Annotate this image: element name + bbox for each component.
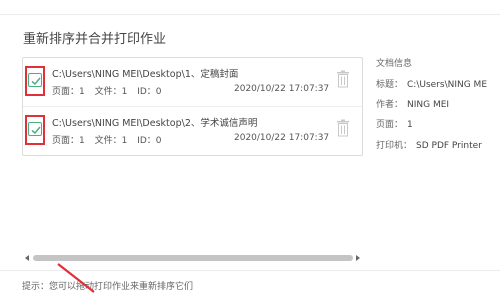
info-printer-label: 打印机： (376, 141, 413, 151)
job-files: 文件：1 (94, 136, 128, 146)
info-author-value: NING MEI (407, 100, 450, 110)
check-icon (31, 126, 41, 135)
job-meta: 页面：1 文件：1 ID：0 (52, 133, 169, 146)
job-meta: 页面：1 文件：1 ID：0 (52, 84, 169, 97)
check-icon (31, 77, 41, 86)
top-divider (0, 14, 500, 15)
info-pages-label: 页面： (376, 120, 404, 130)
info-pages-row: 页面： 1 (376, 117, 413, 130)
scroll-right-arrow-icon[interactable] (356, 255, 360, 261)
job-path: C:\Users\NING MEI\Desktop\1、定稿封面 (52, 69, 239, 80)
job-pages: 页面：1 (52, 136, 85, 146)
info-author-row: 作者： NING MEI (376, 97, 449, 110)
info-title-row: 标题： C:\Users\NING ME (376, 77, 487, 90)
info-title-value: C:\Users\NING ME (407, 80, 488, 90)
annotation-arrow-icon (57, 263, 95, 293)
job-checkbox[interactable] (28, 122, 42, 136)
info-pages-value: 1 (407, 120, 413, 130)
highlight-box (25, 66, 45, 96)
job-checkbox[interactable] (28, 73, 42, 87)
print-job-list[interactable]: C:\Users\NING MEI\Desktop\1、定稿封面 页面：1 文件… (22, 57, 363, 156)
job-date: 2020/10/22 17:07:37 (234, 133, 330, 143)
job-id: ID：0 (137, 136, 162, 146)
scrollbar-thumb[interactable] (33, 255, 353, 261)
trash-icon[interactable] (336, 70, 350, 88)
highlight-box (25, 115, 45, 145)
job-date: 2020/10/22 17:07:37 (234, 84, 330, 94)
job-path: C:\Users\NING MEI\Desktop\2、学术诚信声明 (52, 118, 258, 129)
info-heading: 文档信息 (376, 59, 413, 69)
info-printer-row: 打印机： SD PDF Printer (376, 138, 482, 151)
job-pages: 页面：1 (52, 87, 85, 97)
info-author-label: 作者： (376, 100, 404, 110)
info-printer-value: SD PDF Printer (416, 141, 482, 151)
trash-icon[interactable] (336, 119, 350, 137)
list-item[interactable]: C:\Users\NING MEI\Desktop\1、定稿封面 页面：1 文件… (23, 58, 362, 105)
hint-text: 提示：您可以拖动打印作业来重新排序它们 (22, 282, 194, 292)
job-id: ID：0 (137, 87, 162, 97)
dialog-title: 重新排序并合并打印作业 (23, 32, 167, 47)
scroll-left-arrow-icon[interactable] (25, 255, 29, 261)
info-title-label: 标题： (376, 80, 404, 90)
list-item[interactable]: C:\Users\NING MEI\Desktop\2、学术诚信声明 页面：1 … (23, 106, 362, 154)
job-files: 文件：1 (94, 87, 128, 97)
